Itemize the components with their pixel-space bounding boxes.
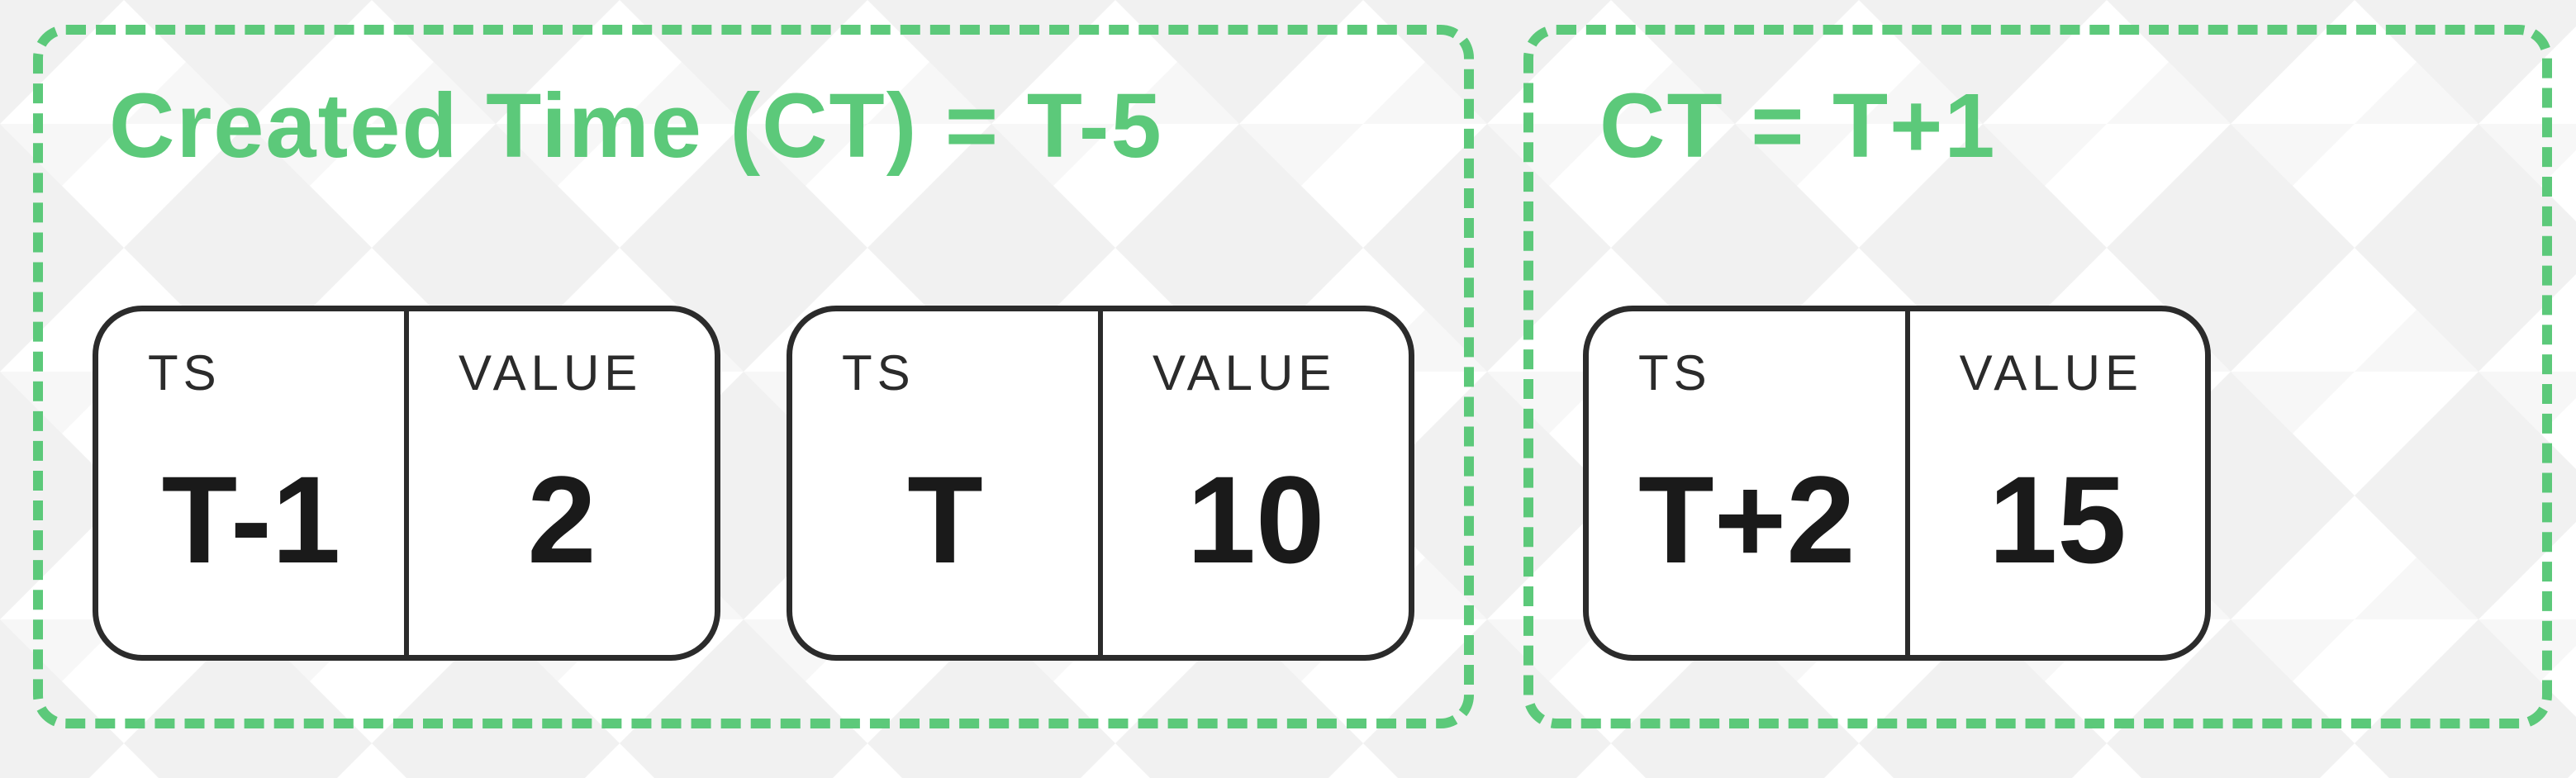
group-created-time-t-plus-1: CT = T+1 TS T+2 VALUE 15 [1523, 25, 2552, 728]
value-cell: VALUE 2 [404, 311, 715, 655]
value-label: VALUE [1153, 344, 1384, 401]
ts-value: T+2 [1638, 410, 1880, 630]
value-label: VALUE [459, 344, 690, 401]
ts-value: T [842, 410, 1073, 630]
ts-label: TS [842, 344, 1073, 401]
diagram-stage: Created Time (CT) = T-5 TS T-1 VALUE 2 T… [0, 0, 2576, 778]
record-card: TS T-1 VALUE 2 [93, 306, 720, 661]
ts-label: TS [148, 344, 379, 401]
record-card: TS T VALUE 10 [787, 306, 1414, 661]
ts-cell: TS T+2 [1589, 311, 1905, 655]
value-label: VALUE [1960, 344, 2180, 401]
value-value: 15 [1960, 410, 2180, 630]
group-cards: TS T-1 VALUE 2 TS T VALUE 10 [93, 209, 1414, 661]
value-value: 2 [459, 410, 690, 630]
ts-label: TS [1638, 344, 1880, 401]
group-created-time-t-minus-5: Created Time (CT) = T-5 TS T-1 VALUE 2 T… [33, 25, 1474, 728]
group-title: CT = T+1 [1599, 76, 2493, 176]
value-cell: VALUE 10 [1098, 311, 1409, 655]
value-cell: VALUE 15 [1905, 311, 2205, 655]
record-card: TS T+2 VALUE 15 [1583, 306, 2211, 661]
ts-cell: TS T [792, 311, 1098, 655]
value-value: 10 [1153, 410, 1384, 630]
group-title: Created Time (CT) = T-5 [109, 76, 1414, 176]
ts-value: T-1 [148, 410, 379, 630]
group-cards: TS T+2 VALUE 15 [1583, 209, 2493, 661]
ts-cell: TS T-1 [98, 311, 404, 655]
